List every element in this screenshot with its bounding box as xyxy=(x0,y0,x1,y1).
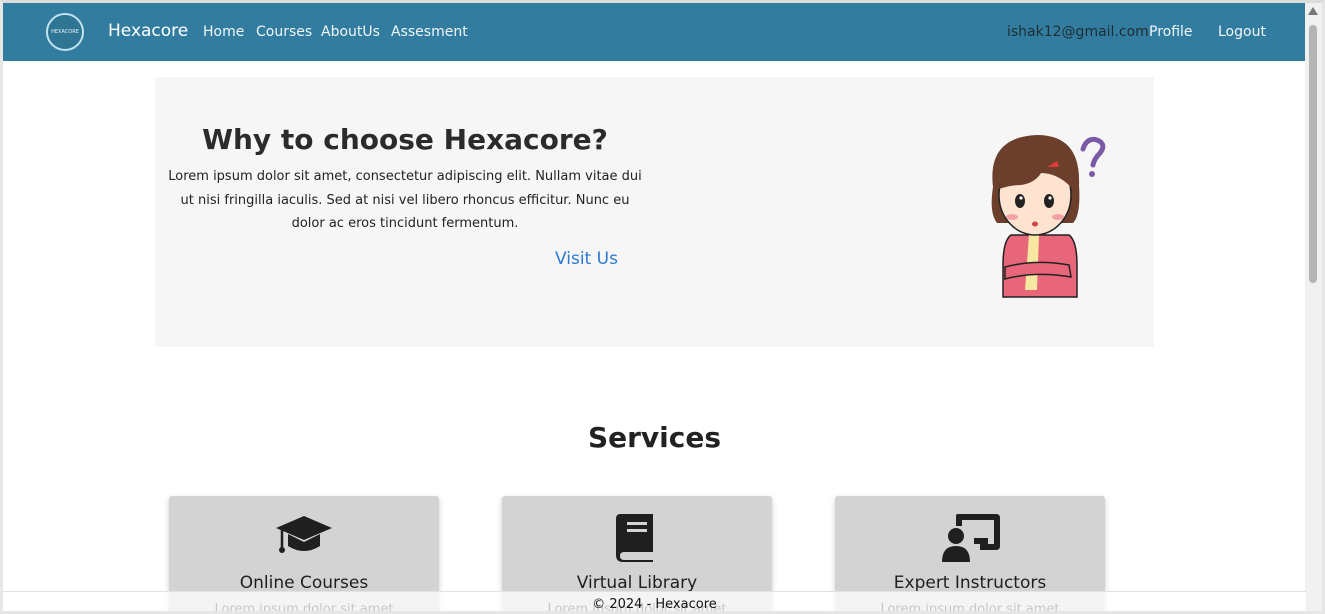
hero-section: Why to choose Hexacore? Lorem ipsum dolo… xyxy=(155,77,1154,347)
nav-aboutus[interactable]: AboutUs xyxy=(321,24,380,40)
graduation-cap-icon xyxy=(276,516,332,553)
navbar: HEXACORE Hexacore Home Courses AboutUs A… xyxy=(3,3,1306,61)
nav-courses[interactable]: Courses xyxy=(256,24,312,40)
instructor-icon xyxy=(942,514,1000,562)
user-email: ishak12@gmail.com xyxy=(1007,24,1149,40)
book-icon xyxy=(616,514,653,562)
vertical-scrollbar[interactable] xyxy=(1305,3,1322,611)
nav-assesment[interactable]: Assesment xyxy=(391,24,468,40)
browser-window: HEXACORE Hexacore Home Courses AboutUs A… xyxy=(0,0,1325,614)
confused-girl-illustration xyxy=(991,135,1106,298)
nav-profile[interactable]: Profile xyxy=(1149,24,1193,40)
brand-link[interactable]: Hexacore xyxy=(108,21,188,41)
footer: © 2024 - Hexacore xyxy=(3,591,1306,612)
card-title: Virtual Library xyxy=(576,573,698,593)
hexacore-logo[interactable]: HEXACORE xyxy=(46,13,84,51)
hero-title: Why to choose Hexacore? xyxy=(202,123,608,156)
nav-home[interactable]: Home xyxy=(203,24,244,40)
hero-description: Lorem ipsum dolor sit amet, consectetur … xyxy=(168,169,642,231)
nav-logout[interactable]: Logout xyxy=(1218,24,1266,40)
services-heading: Services xyxy=(587,421,722,454)
scroll-up-arrow-icon[interactable] xyxy=(1308,7,1318,15)
card-title: Online Courses xyxy=(239,573,369,593)
scroll-thumb[interactable] xyxy=(1309,25,1317,283)
visit-us-link[interactable]: Visit Us xyxy=(555,249,618,269)
card-title: Expert Instructors xyxy=(893,573,1047,593)
logo-text: HEXACORE xyxy=(51,29,79,35)
footer-copyright: © 2024 - Hexacore xyxy=(592,597,717,612)
